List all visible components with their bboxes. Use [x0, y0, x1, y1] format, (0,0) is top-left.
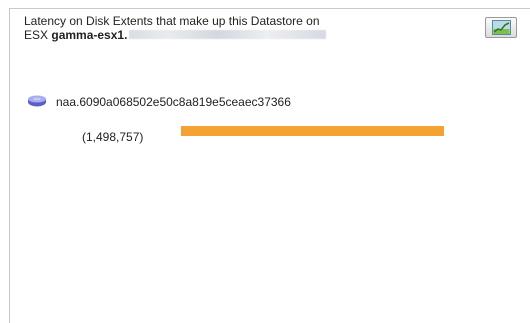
panel-title-line1: Latency on Disk Extents that make up thi…	[24, 14, 320, 28]
title-prefix: ESX	[24, 28, 49, 42]
host-name: gamma-esx1.	[51, 28, 128, 42]
latency-panel: Latency on Disk Extents that make up thi…	[9, 8, 530, 323]
panel-title: Latency on Disk Extents that make up thi…	[24, 14, 444, 42]
redacted-hostname	[129, 30, 327, 39]
chart-view-button[interactable]	[485, 17, 517, 38]
chart-view-icon	[492, 20, 511, 35]
extent-name: naa.6090a068502e50c8a819e5ceaec37366	[56, 95, 291, 109]
latency-bar	[181, 126, 444, 136]
disk-icon	[28, 95, 46, 107]
panel-title-line2: ESX gamma-esx1.	[24, 28, 444, 42]
latency-bar-track	[181, 126, 444, 136]
extent-latency-value: (1,498,757)	[82, 130, 144, 144]
